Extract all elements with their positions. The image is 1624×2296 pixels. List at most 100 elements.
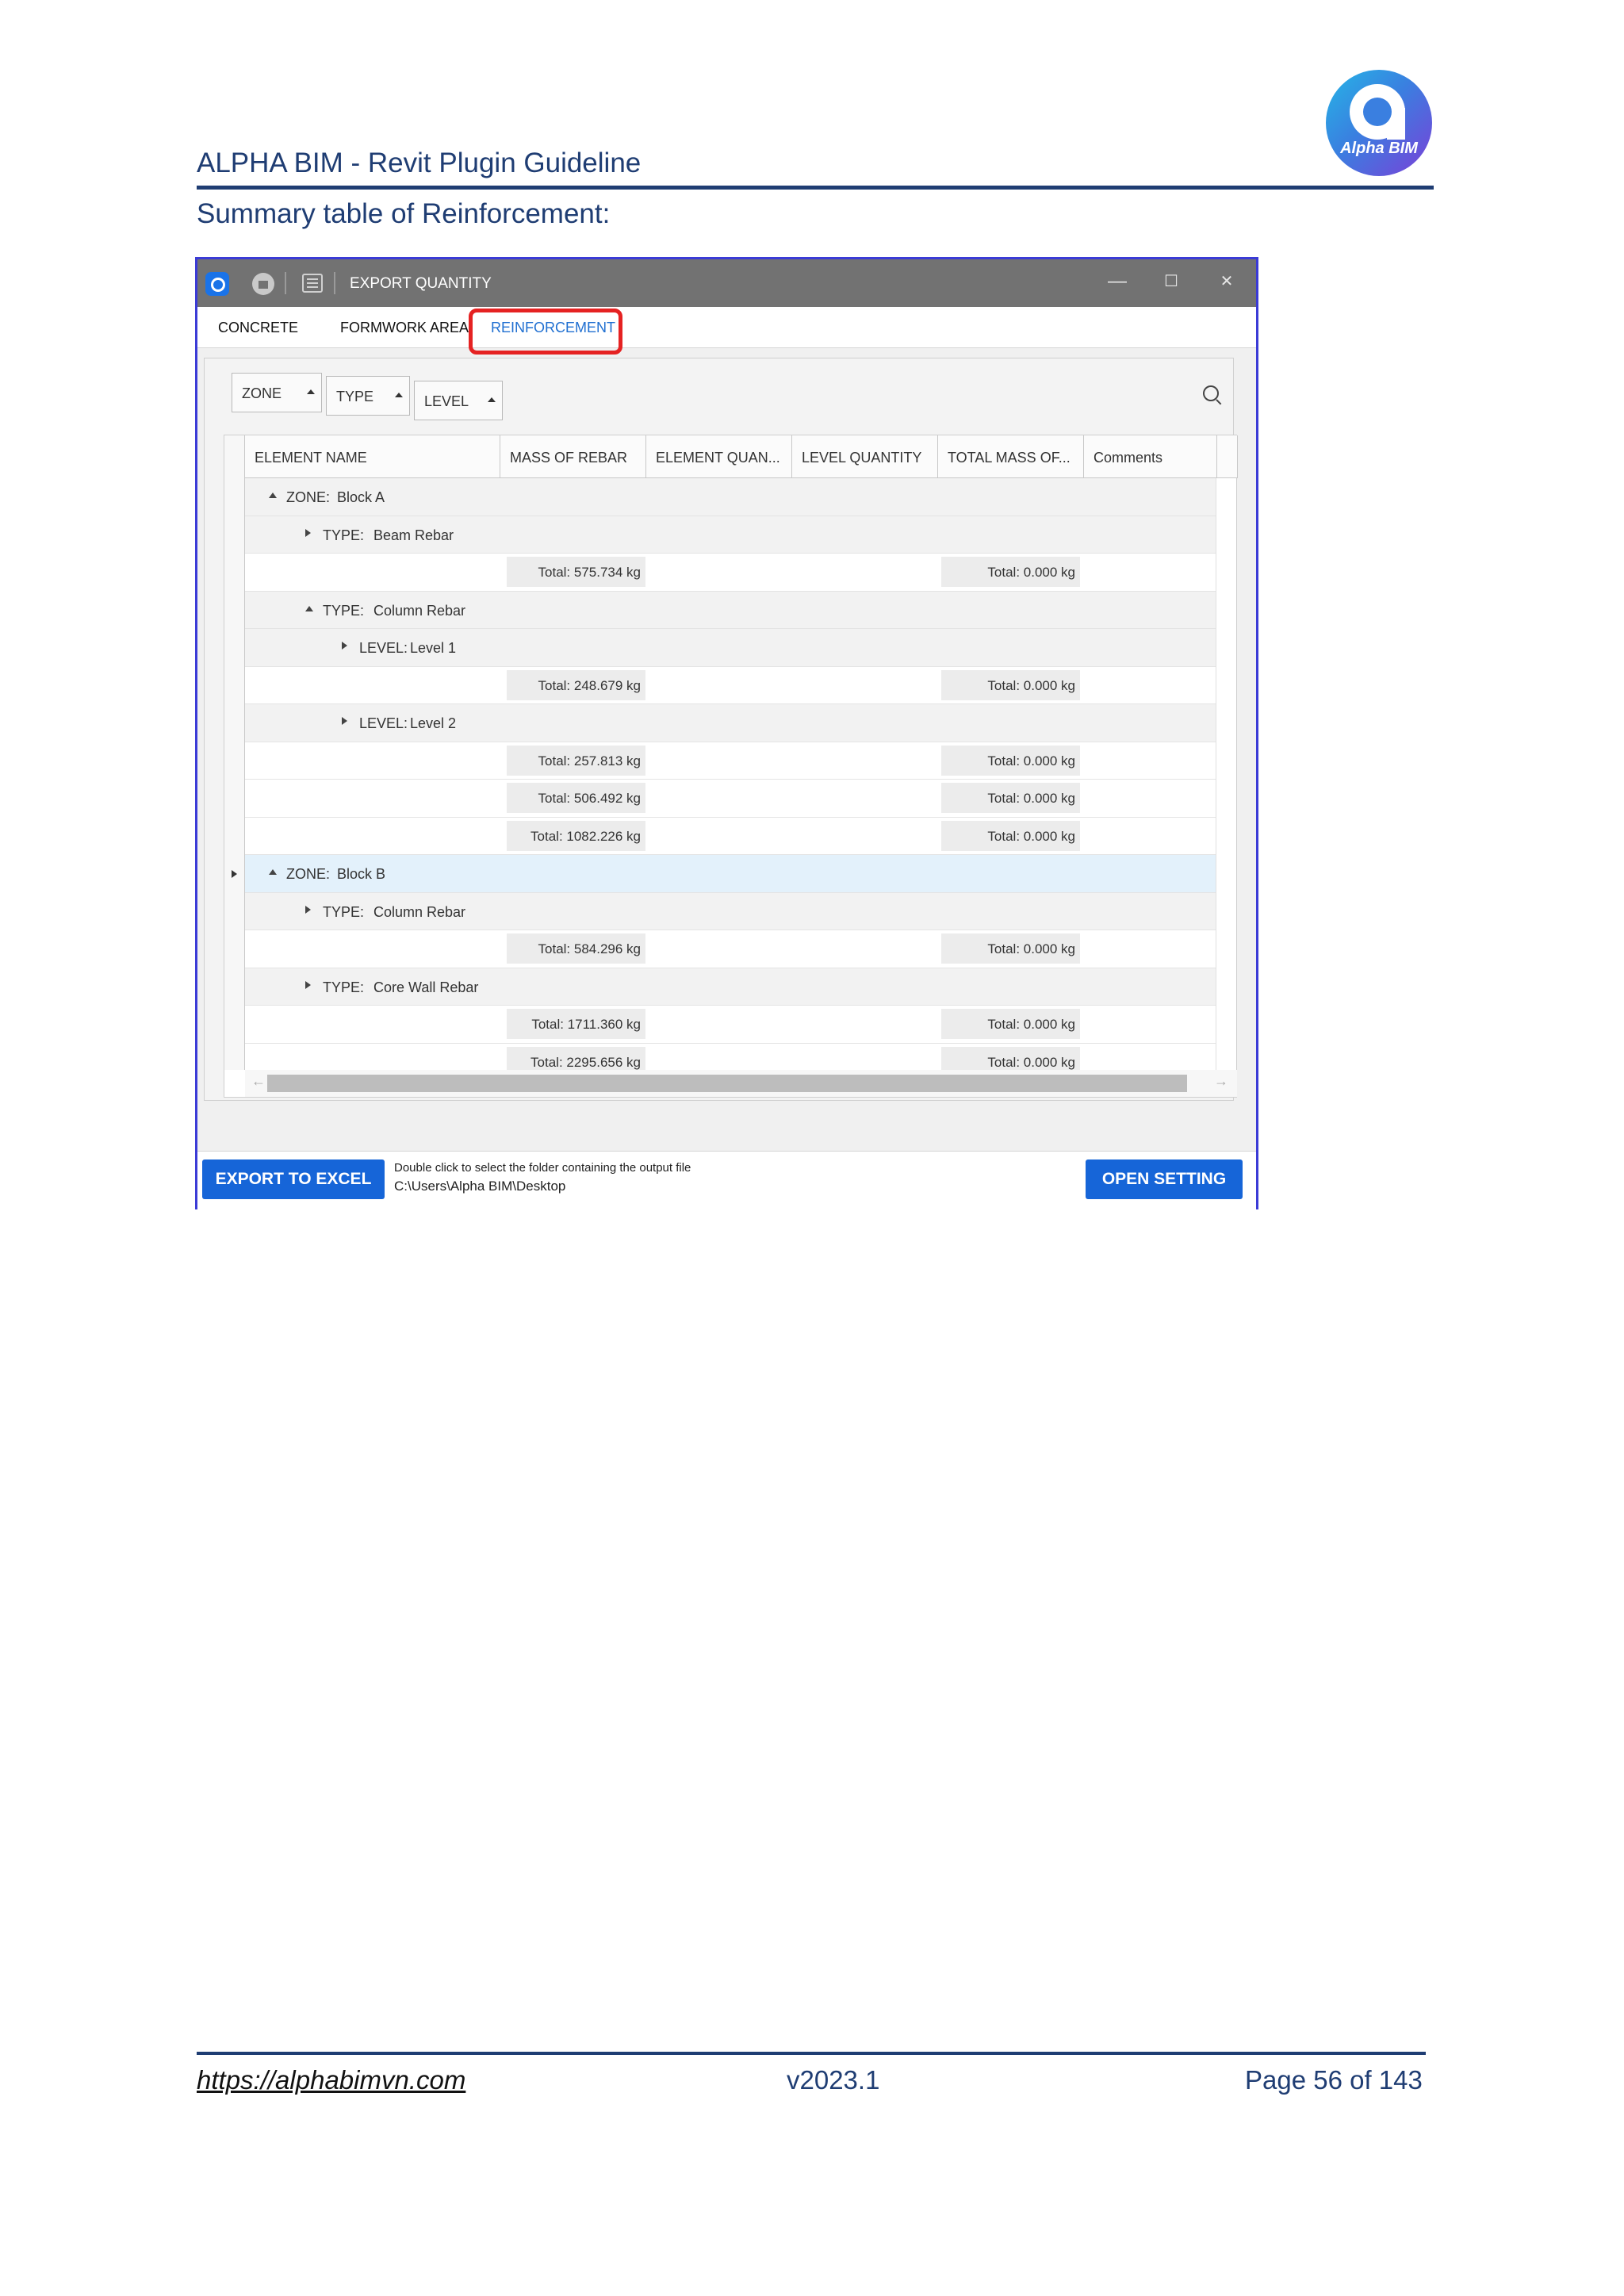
output-folder-hint: Double click to select the folder contai… — [394, 1161, 691, 1175]
group-row[interactable]: LEVEL: Level 1 — [245, 629, 1216, 667]
mass-total-cell: Total: 1711.360 kg — [507, 1009, 645, 1039]
total-mass-cell: Total: 0.000 kg — [941, 933, 1080, 964]
collapse-triangle-icon[interactable] — [269, 493, 277, 498]
vertical-scrollbar[interactable] — [1216, 478, 1236, 1070]
total-mass-cell: Total: 0.000 kg — [941, 820, 1080, 851]
quantity-table: ELEMENT NAME MASS OF REBAR ELEMENT QUAN.… — [224, 435, 1238, 1098]
header-divider — [197, 186, 1434, 190]
sort-up-icon — [395, 393, 403, 397]
group-row[interactable]: TYPE: Column Rebar — [245, 591, 1216, 629]
tab-concrete[interactable]: CONCRETE — [218, 320, 298, 336]
summary-row[interactable]: Total: 506.492 kg Total: 0.000 kg — [245, 780, 1216, 818]
summary-row[interactable]: Total: 248.679 kg Total: 0.000 kg — [245, 666, 1216, 704]
group-row[interactable]: LEVEL: Level 2 — [245, 704, 1216, 742]
summary-row[interactable]: Total: 575.734 kg Total: 0.000 kg — [245, 554, 1216, 592]
page-number: Page 56 of 143 — [1245, 2065, 1423, 2095]
logo-letter-a-icon — [1350, 84, 1405, 140]
maximize-button[interactable]: ☐ — [1154, 266, 1189, 297]
search-icon[interactable] — [1203, 385, 1219, 401]
group-value: Level 1 — [410, 640, 457, 656]
section-subtitle: Summary table of Reinforcement: — [197, 198, 611, 229]
scrollbar-thumb[interactable] — [267, 1075, 1187, 1092]
group-key: TYPE: — [323, 903, 365, 920]
export-to-excel-button[interactable]: EXPORT TO EXCEL — [202, 1159, 385, 1199]
group-row[interactable]: ZONE: Block B — [245, 855, 1216, 893]
open-setting-button[interactable]: OPEN SETTING — [1086, 1159, 1243, 1199]
document-version: v2023.1 — [787, 2065, 880, 2095]
group-key: LEVEL: — [359, 715, 408, 731]
expand-triangle-icon[interactable] — [342, 642, 347, 650]
current-row-indicator-icon — [232, 870, 237, 878]
sort-up-icon — [488, 397, 496, 402]
total-mass-cell: Total: 0.000 kg — [941, 557, 1080, 587]
group-key: TYPE: — [323, 602, 365, 619]
expand-triangle-icon[interactable] — [305, 905, 311, 914]
table-icon[interactable] — [302, 274, 323, 293]
website-link[interactable]: https://alphabimvn.com — [197, 2065, 465, 2095]
group-key: ZONE: — [286, 866, 331, 882]
horizontal-scrollbar[interactable]: ← → — [245, 1070, 1237, 1097]
collapse-triangle-icon[interactable] — [305, 605, 313, 611]
row-header-column — [224, 435, 245, 1070]
tab-bar: CONCRETE FORMWORK AREA REINFORCEMENT — [197, 307, 1256, 348]
alpha-bim-logo: Alpha BIM — [1326, 70, 1432, 176]
footer-divider — [197, 2052, 1426, 2055]
close-button[interactable]: ✕ — [1209, 266, 1244, 297]
group-key: TYPE: — [323, 979, 365, 995]
group-row[interactable]: ZONE: Block A — [245, 478, 1216, 516]
expand-triangle-icon[interactable] — [305, 980, 311, 989]
mass-total-cell: Total: 584.296 kg — [507, 933, 645, 964]
column-header-mass-of-rebar[interactable]: MASS OF REBAR — [500, 435, 646, 478]
total-mass-cell: Total: 0.000 kg — [941, 745, 1080, 776]
group-key: TYPE: — [323, 527, 365, 543]
summary-row[interactable]: Total: 1082.226 kg Total: 0.000 kg — [245, 817, 1216, 855]
titlebar-separator — [334, 272, 335, 294]
minimize-button[interactable]: — — [1100, 266, 1135, 297]
export-quantity-window: EXPORT QUANTITY — ☐ ✕ CONCRETE FORMWORK … — [195, 257, 1258, 1209]
group-value: Core Wall Rebar — [373, 979, 479, 995]
group-key: LEVEL: — [359, 640, 408, 656]
column-header-comments[interactable]: Comments — [1084, 435, 1217, 478]
total-mass-cell: Total: 0.000 kg — [941, 1009, 1080, 1039]
tab-highlight-annotation — [469, 309, 622, 355]
summary-row[interactable]: Total: 257.813 kg Total: 0.000 kg — [245, 742, 1216, 780]
column-header-element-name[interactable]: ELEMENT NAME — [245, 435, 500, 478]
output-folder-path[interactable]: C:\Users\Alpha BIM\Desktop — [394, 1179, 565, 1194]
group-value: Column Rebar — [373, 903, 466, 920]
group-value: Beam Rebar — [373, 527, 454, 543]
logo-text: Alpha BIM — [1340, 140, 1418, 157]
total-mass-cell: Total: 0.000 kg — [941, 783, 1080, 813]
mass-total-cell: Total: 257.813 kg — [507, 745, 645, 776]
column-header-level-quantity[interactable]: LEVEL QUANTITY — [792, 435, 938, 478]
expand-triangle-icon[interactable] — [305, 528, 311, 537]
expand-triangle-icon[interactable] — [342, 717, 347, 725]
group-chip-zone[interactable]: ZONE — [232, 373, 322, 412]
sort-up-icon — [307, 389, 315, 394]
group-value: Block A — [337, 489, 385, 505]
mass-total-cell: Total: 1082.226 kg — [507, 820, 645, 851]
group-row[interactable]: TYPE: Column Rebar — [245, 892, 1216, 930]
group-chip-type[interactable]: TYPE — [326, 376, 410, 416]
column-header-element-quantity[interactable]: ELEMENT QUAN... — [646, 435, 792, 478]
group-value: Block B — [337, 866, 386, 882]
summary-row[interactable]: Total: 1711.360 kg Total: 0.000 kg — [245, 1006, 1216, 1044]
home-icon[interactable] — [252, 273, 274, 295]
titlebar-separator — [285, 272, 286, 294]
column-header-total-mass[interactable]: TOTAL MASS OF... — [938, 435, 1084, 478]
collapse-triangle-icon[interactable] — [269, 869, 277, 875]
scroll-right-icon[interactable]: → — [1214, 1073, 1228, 1090]
group-key: ZONE: — [286, 489, 331, 505]
tab-formwork-area[interactable]: FORMWORK AREA — [340, 320, 469, 336]
window-titlebar[interactable]: EXPORT QUANTITY — ☐ ✕ — [197, 259, 1256, 307]
summary-row[interactable]: Total: 584.296 kg Total: 0.000 kg — [245, 930, 1216, 968]
window-footer: EXPORT TO EXCEL Double click to select t… — [197, 1151, 1256, 1209]
group-chip-label: TYPE — [336, 389, 374, 404]
mass-total-cell: Total: 575.734 kg — [507, 557, 645, 587]
mass-total-cell: Total: 248.679 kg — [507, 669, 645, 700]
group-row[interactable]: TYPE: Beam Rebar — [245, 516, 1216, 554]
scroll-left-icon[interactable]: ← — [251, 1073, 266, 1090]
window-title: EXPORT QUANTITY — [350, 275, 492, 292]
group-chip-level[interactable]: LEVEL — [414, 381, 503, 420]
group-row[interactable]: TYPE: Core Wall Rebar — [245, 968, 1216, 1006]
table-body: ZONE: Block A TYPE: Beam Rebar Total: 575.73… — [245, 478, 1216, 1081]
